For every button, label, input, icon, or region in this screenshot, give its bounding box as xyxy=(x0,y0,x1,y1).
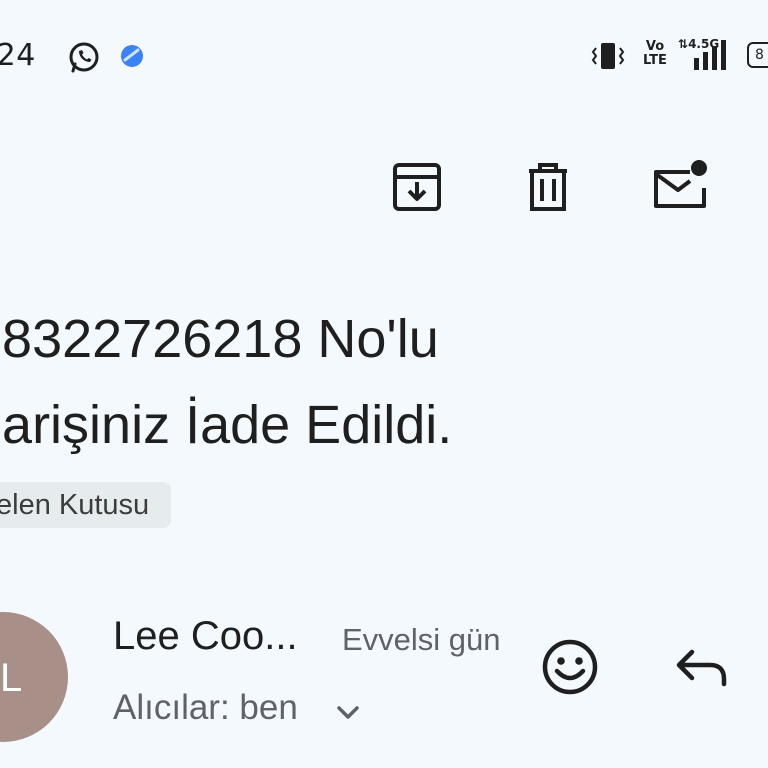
battery-level: 8 xyxy=(755,47,764,63)
add-reaction-button[interactable] xyxy=(540,637,600,697)
volte-bottom: LTE xyxy=(643,53,667,68)
delete-button[interactable] xyxy=(519,158,577,216)
whatsapp-icon xyxy=(69,42,99,73)
sender-name[interactable]: Lee Coo... xyxy=(113,614,298,659)
reply-button[interactable] xyxy=(672,642,730,692)
archive-button[interactable] xyxy=(388,158,446,216)
volte-top: Vo xyxy=(645,39,665,54)
chevron-down-icon[interactable] xyxy=(333,697,363,727)
trash-icon xyxy=(529,163,567,211)
status-time: :24 xyxy=(0,38,36,73)
mark-unread-icon xyxy=(654,160,707,208)
app-notification-icon xyxy=(121,45,143,67)
vibrate-icon xyxy=(591,43,625,69)
archive-icon xyxy=(393,163,441,211)
avatar-initial: L xyxy=(0,656,23,700)
inbox-label-chip[interactable]: elen Kutusu xyxy=(0,482,172,528)
emoji-icon xyxy=(542,639,598,695)
signal-strength-icon xyxy=(694,40,726,70)
reply-icon xyxy=(676,649,727,687)
mark-unread-button[interactable] xyxy=(650,158,708,216)
sender-avatar[interactable]: L xyxy=(0,612,68,742)
email-subject: 68322726218 No'lu parişiniz İade Edildi. xyxy=(0,296,452,468)
recipients-toggle[interactable]: Alıcılar: ben xyxy=(113,688,298,728)
email-detail-screen: :24 Vo LTE ⇅4.5G 8 xyxy=(0,0,768,768)
email-date: Evvelsi gün xyxy=(342,622,501,657)
volte-icon: Vo LTE xyxy=(642,40,668,68)
battery-icon: 8 xyxy=(747,42,768,68)
subject-line-1: 68322726218 No'lu xyxy=(0,309,439,369)
subject-line-2: parişiniz İade Edildi. xyxy=(0,395,453,455)
